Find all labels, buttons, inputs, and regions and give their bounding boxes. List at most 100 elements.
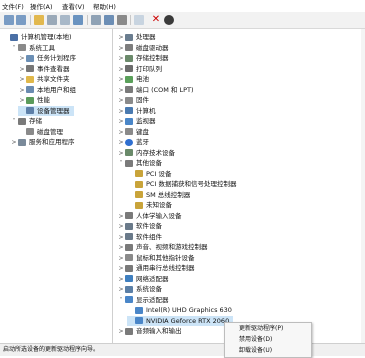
left_tree-item[interactable]: > 性能 [18, 95, 50, 105]
chevron-right-icon[interactable]: > [117, 54, 125, 64]
chevron-right-icon[interactable]: > [117, 33, 125, 43]
right_tree-item[interactable]: > 电池 [117, 74, 149, 84]
context-menu-update-driver[interactable]: 更新驱动程序(P) [239, 324, 283, 334]
chevron-down-icon[interactable]: ˅ [117, 159, 125, 169]
right_tree-item[interactable]: > 系统设备 [117, 284, 162, 294]
scan-hardware-icon[interactable] [91, 15, 101, 25]
right_tree-item[interactable]: PCI 数据捕获和信号处理控制器 [127, 179, 236, 189]
chevron-right-icon[interactable]: > [117, 233, 125, 243]
context-menu-disable-device[interactable]: 禁用设备(D) [239, 335, 272, 345]
left_tree-item[interactable]: ˅ 系统工具 [10, 43, 56, 54]
chevron-right-icon[interactable]: > [117, 65, 125, 75]
chevron-right-icon[interactable]: > [117, 243, 125, 253]
scrollbar[interactable] [361, 29, 365, 343]
chevron-right-icon[interactable]: > [117, 254, 125, 264]
left_tree-item[interactable]: > 本地用户和组 [18, 85, 76, 95]
right_tree-item[interactable]: ˅ 显示适配器 [117, 295, 169, 305]
display-adapter-icon [135, 306, 143, 314]
right_tree-item[interactable]: > 监视器 [117, 116, 155, 127]
chevron-right-icon[interactable]: > [18, 54, 26, 64]
right_tree-item[interactable]: NVIDIA Geforce RTX 2060 [127, 315, 234, 326]
chevron-right-icon[interactable]: > [117, 75, 125, 85]
chevron-down-icon[interactable]: ˅ [10, 117, 18, 127]
left_tree-item[interactable]: > 任务计划程序 [18, 53, 76, 63]
network-adapter-icon [125, 275, 133, 282]
right_tree-item[interactable]: > 鼠标和其他指针设备 [117, 253, 194, 264]
right_tree-item[interactable]: > 内存技术设备 [117, 148, 175, 158]
chevron-right-icon[interactable]: > [117, 275, 125, 285]
chevron-right-icon[interactable]: > [10, 138, 18, 148]
forward-icon[interactable] [16, 15, 26, 25]
left_tree-item[interactable]: 设备管理器 [18, 105, 74, 116]
left_tree-item[interactable]: ˅ 存储 [10, 116, 43, 127]
back-icon[interactable] [4, 15, 14, 25]
left_tree-item[interactable]: > 服务和应用程序 [10, 137, 74, 148]
right_tree-item[interactable]: > 处理器 [117, 32, 155, 43]
right_tree-item[interactable]: Intel(R) UHD Graphics 630 [127, 305, 232, 315]
chevron-right-icon[interactable]: > [117, 117, 125, 127]
chevron-down-icon[interactable]: ˅ [117, 296, 125, 306]
right_tree-item[interactable]: > 端口 (COM 和 LPT) [117, 85, 193, 96]
right_tree-item[interactable]: > 存储控制器 [117, 53, 168, 64]
help-icon[interactable] [73, 15, 83, 25]
update-driver-icon[interactable] [104, 15, 114, 25]
chevron-right-icon[interactable]: > [18, 86, 26, 96]
right_tree-item[interactable]: 未知设备 [127, 200, 172, 210]
left_tree-item[interactable]: > 共享文件夹 [18, 74, 69, 85]
menu-help[interactable]: 帮助(H) [93, 1, 116, 11]
chevron-right-icon[interactable]: > [117, 86, 125, 96]
right_tree-item[interactable]: > 人体学输入设备 [117, 211, 181, 222]
right_tree-item[interactable]: > 网络适配器 [117, 274, 168, 285]
right_tree-item[interactable]: PCI 设备 [127, 169, 171, 179]
right_tree-item[interactable]: ˅ 其他设备 [117, 158, 163, 169]
right_tree-item[interactable]: > 打印队列 [117, 64, 162, 74]
chevron-right-icon[interactable]: > [18, 96, 26, 106]
chevron-right-icon[interactable]: > [18, 65, 26, 75]
chevron-right-icon[interactable]: > [117, 212, 125, 222]
chevron-right-icon[interactable]: > [117, 264, 125, 274]
chevron-right-icon[interactable]: > [117, 222, 125, 232]
menu-view[interactable]: 查看(V) [62, 1, 85, 11]
right_tree-item[interactable]: > 蓝牙 [117, 137, 149, 147]
right_tree-item[interactable]: > 软件组件 [117, 232, 162, 242]
menu-action[interactable]: 操作(A) [30, 1, 53, 11]
chevron-right-icon[interactable]: > [117, 128, 125, 138]
right_tree-item[interactable]: > 声音、视频和游戏控制器 [117, 242, 208, 253]
left_tree-item[interactable]: > 事件查看器 [18, 64, 69, 75]
right_tree-item[interactable]: > 固件 [117, 95, 149, 105]
right_tree-item[interactable]: > 软件设备 [117, 221, 162, 231]
right_tree-item[interactable]: > 磁盘驱动器 [117, 43, 168, 54]
chevron-right-icon[interactable]: > [117, 107, 125, 117]
left_tree-item[interactable]: 磁盘管理 [18, 127, 63, 137]
left_tree-item-label: 计算机管理(本地) [21, 33, 72, 41]
menu-file[interactable]: 文件(F) [2, 1, 24, 11]
chevron-right-icon[interactable]: > [117, 327, 125, 337]
right_tree-item-label: SM 总线控制器 [146, 190, 191, 199]
battery-icon [125, 75, 133, 83]
task-scheduler-icon [26, 54, 34, 62]
right_tree-item[interactable]: > 键盘 [117, 127, 149, 137]
right_tree-item[interactable]: > 计算机 [117, 106, 155, 117]
chevron-down-icon[interactable]: ˅ [10, 44, 18, 54]
chevron-right-icon[interactable]: > [117, 44, 125, 54]
right_tree-item[interactable]: SM 总线控制器 [127, 190, 190, 200]
right_tree-item-label: 声音、视频和游戏控制器 [136, 243, 208, 251]
properties-icon[interactable] [60, 15, 70, 25]
chevron-right-icon[interactable]: > [18, 75, 26, 85]
computer-icon[interactable] [134, 15, 144, 25]
up-folder-icon[interactable] [34, 15, 44, 25]
left_tree-item[interactable]: 计算机管理(本地) [2, 32, 72, 42]
show-hide-tree-icon[interactable] [47, 15, 57, 25]
right_tree-item[interactable]: > 音频输入和输出 [117, 326, 181, 337]
right_tree-item-label: 通用串行总线控制器 [136, 264, 195, 272]
download-driver-icon[interactable] [164, 15, 174, 25]
right_tree-item-label: 未知设备 [146, 201, 172, 209]
uninstall-icon[interactable]: ✕ [151, 15, 161, 25]
chevron-right-icon[interactable]: > [117, 149, 125, 159]
right_tree-item[interactable]: > 通用串行总线控制器 [117, 263, 195, 274]
context-menu-uninstall-device[interactable]: 卸载设备(U) [239, 346, 272, 356]
chevron-right-icon[interactable]: > [117, 96, 125, 106]
chevron-right-icon[interactable]: > [117, 138, 125, 148]
chevron-right-icon[interactable]: > [117, 285, 125, 295]
disable-device-icon[interactable] [117, 15, 127, 25]
